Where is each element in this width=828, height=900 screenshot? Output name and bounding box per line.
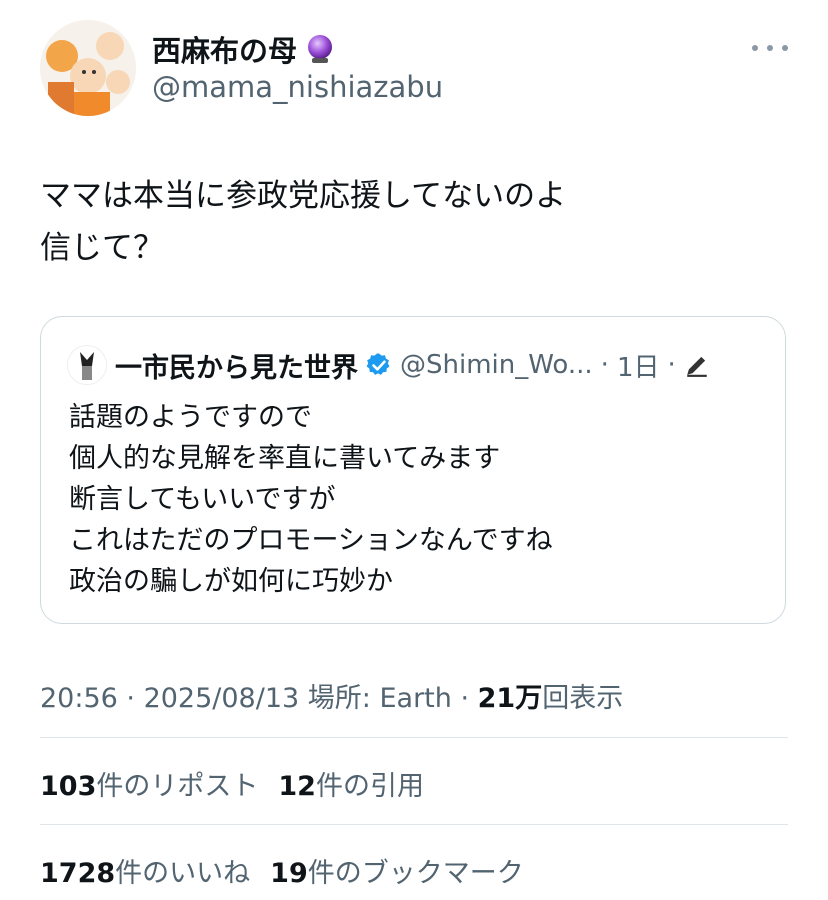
quoted-author-name: 一市民から見た世界 bbox=[115, 352, 358, 384]
divider bbox=[40, 824, 788, 825]
meta-separator: · bbox=[117, 683, 144, 714]
meta-separator: · bbox=[451, 683, 478, 714]
reposts-stat[interactable]: 103件のリポスト bbox=[40, 764, 258, 803]
tweet-text: ママは本当に参政党応援してないのよ 信じて？ bbox=[40, 178, 567, 266]
divider bbox=[40, 737, 788, 738]
tweet-location: 場所: Earth bbox=[307, 683, 452, 714]
quoted-tweet-time: 1日 bbox=[616, 352, 660, 383]
separator-dot: · bbox=[667, 350, 676, 380]
more-options-icon[interactable] bbox=[752, 36, 788, 60]
stats-row-likes: 1728件のいいね 19件のブックマーク bbox=[40, 851, 524, 890]
separator-dot: · bbox=[600, 350, 609, 380]
quoted-author-handle: @Shimin_Wo... bbox=[400, 350, 593, 380]
quoted-author-avatar bbox=[67, 345, 107, 385]
author-handle[interactable]: @mama_nishiazabu bbox=[152, 70, 443, 104]
view-label: 回表示 bbox=[542, 683, 624, 714]
tweet-meta: 20:56 · 2025/08/13 場所: Earth · 21万回表示 bbox=[40, 676, 623, 715]
quoted-tweet-text: 話題のようですので 個人的な見解を率直に書いてみます 断言してもいいですが これ… bbox=[69, 402, 553, 597]
quotes-stat[interactable]: 12件の引用 bbox=[278, 764, 424, 803]
author-display-name[interactable]: 西麻布の母 bbox=[152, 28, 337, 70]
verified-badge-icon bbox=[366, 353, 390, 375]
crystal-ball-icon bbox=[308, 35, 333, 63]
stats-row-reposts: 103件のリポスト 12件の引用 bbox=[40, 764, 424, 803]
bookmarks-stat[interactable]: 19件のブックマーク bbox=[270, 851, 524, 890]
tweet-date[interactable]: 2025/08/13 bbox=[144, 683, 300, 714]
tweet-time[interactable]: 20:56 bbox=[40, 683, 118, 714]
author-avatar[interactable] bbox=[40, 20, 136, 116]
quoted-tweet-card[interactable]: 一市民から見た世界 @Shimin_Wo... · 1日 · 話題のようですので… bbox=[40, 316, 786, 624]
likes-stat[interactable]: 1728件のいいね bbox=[40, 851, 250, 890]
author-name-text: 西麻布の母 bbox=[152, 34, 298, 68]
view-count: 21万 bbox=[477, 683, 543, 714]
quoted-tweet-header: 一市民から見た世界 @Shimin_Wo... · 1日 · bbox=[67, 345, 710, 385]
edited-pencil-icon bbox=[687, 356, 707, 377]
